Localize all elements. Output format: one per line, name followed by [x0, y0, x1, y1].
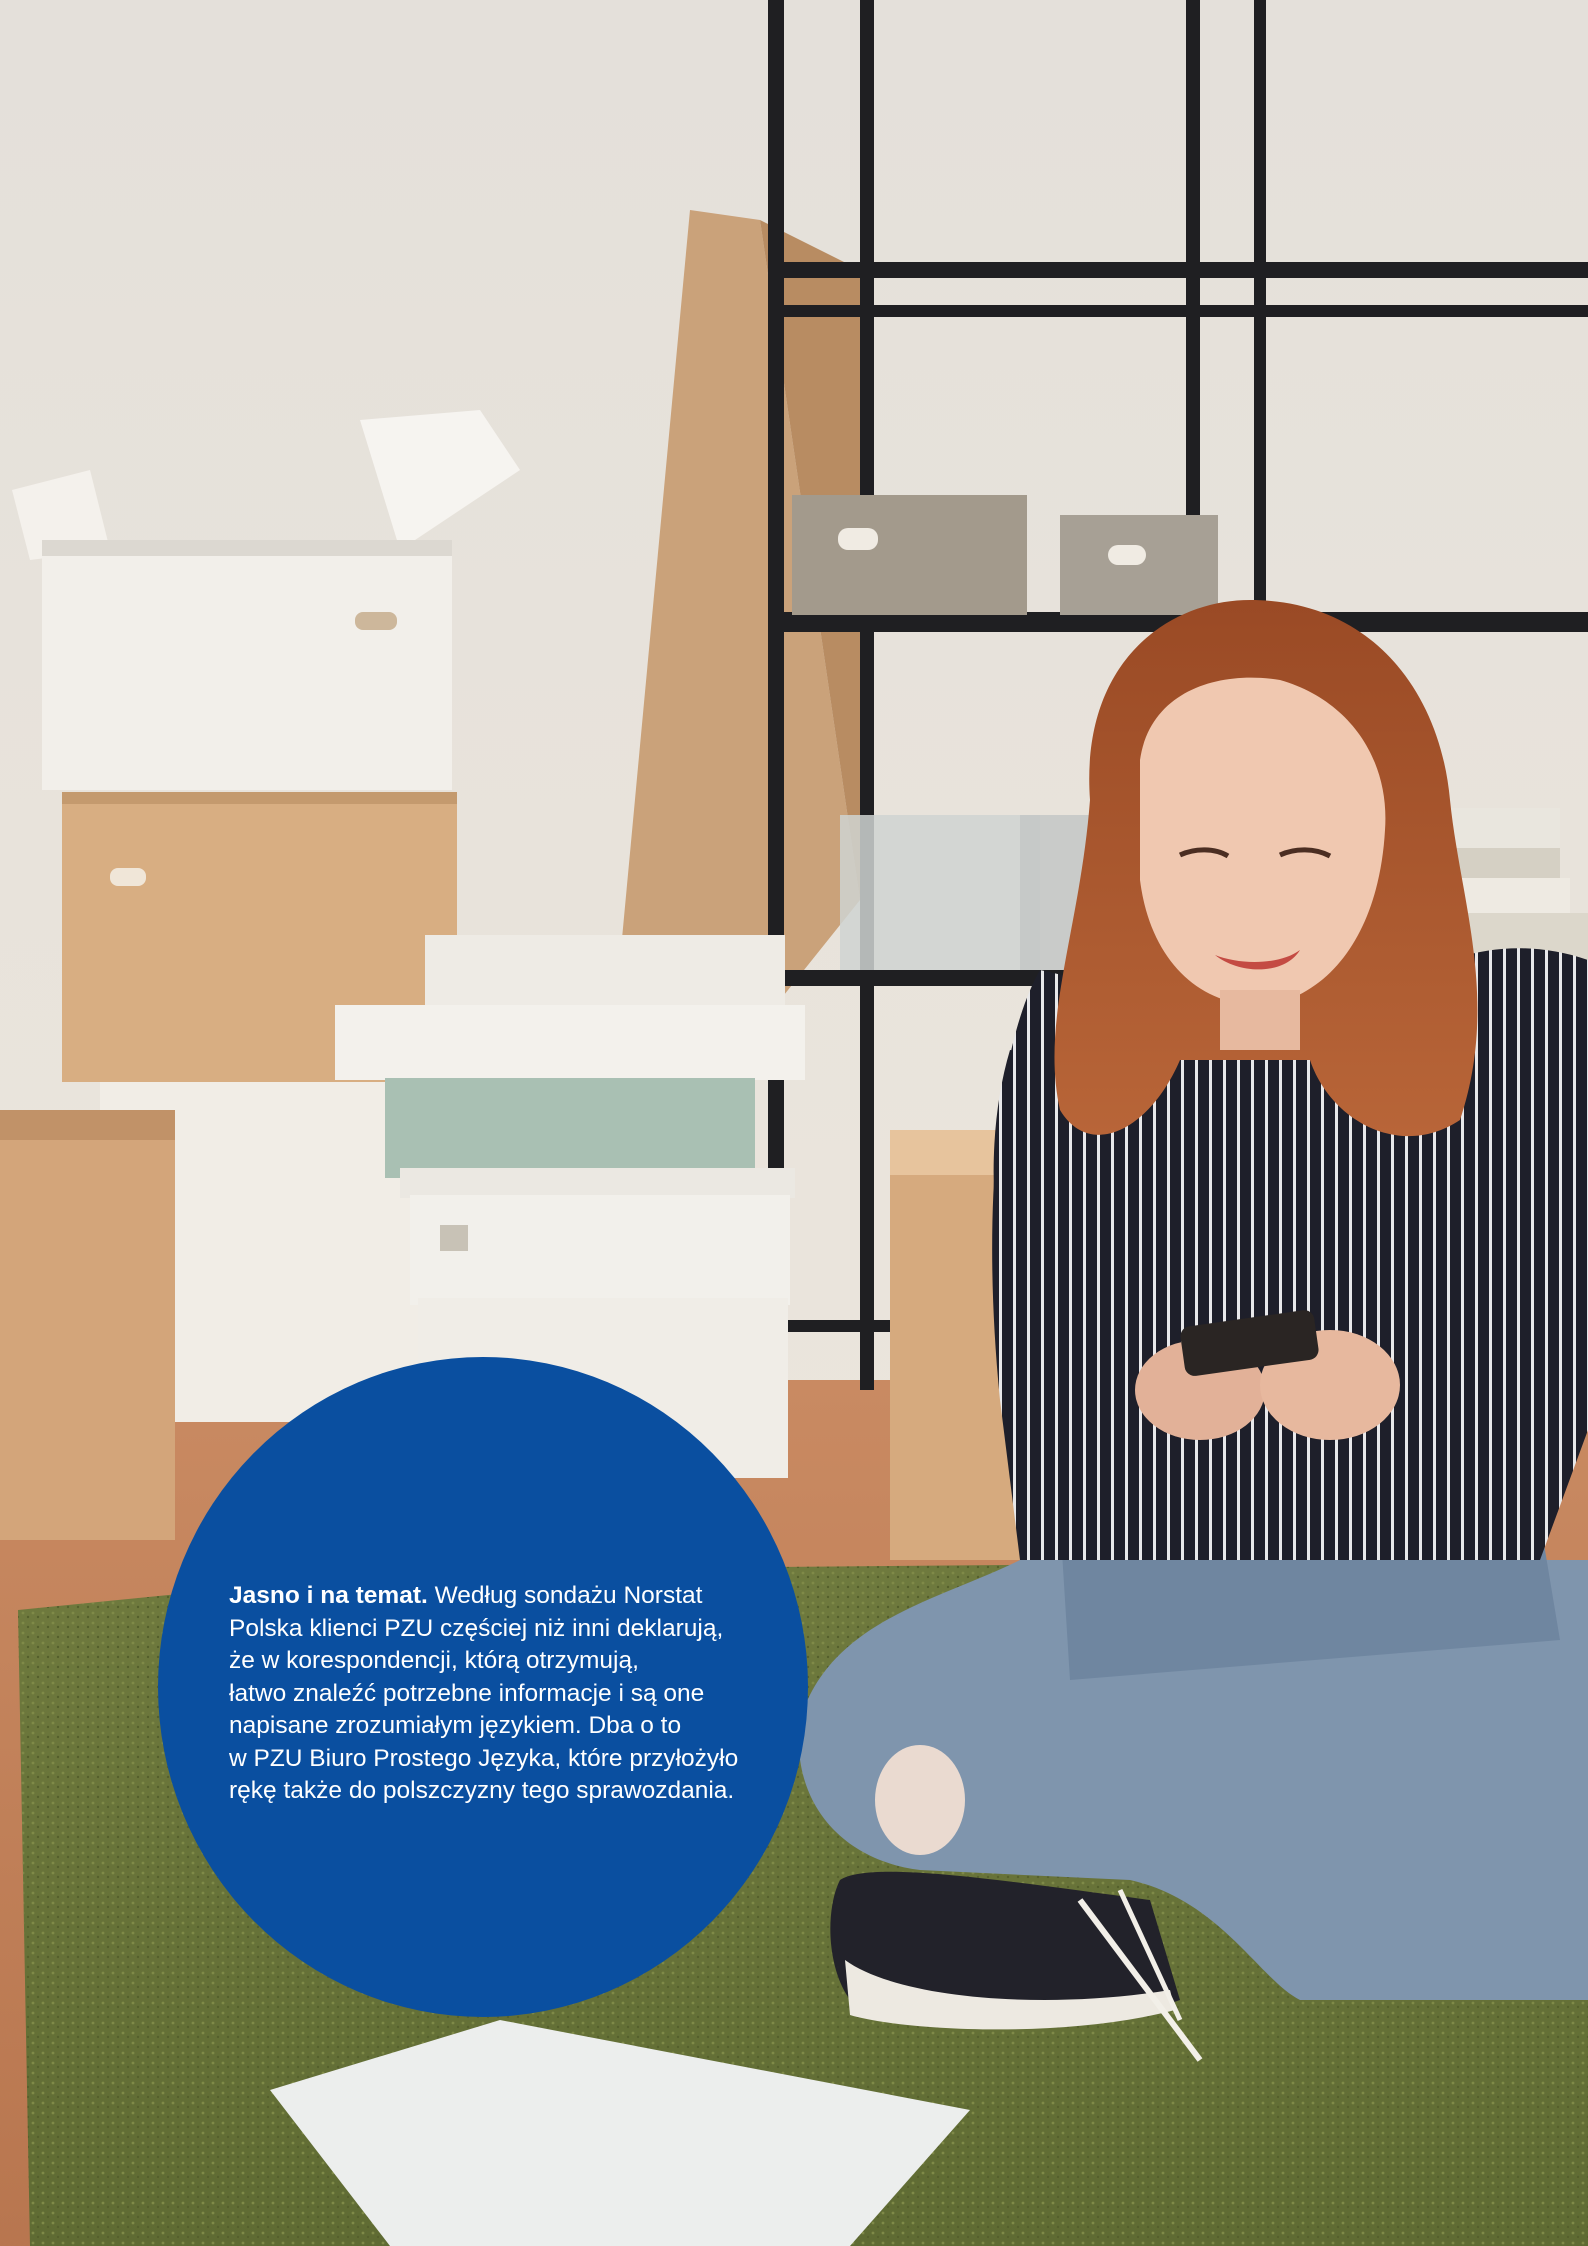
caption-line: łatwo znaleźć potrzebne informacje i są …	[229, 1679, 705, 1707]
caption-line: Polska klienci PZU częściej niż inni dek…	[229, 1614, 724, 1642]
caption-line: rękę także do polszczyzny tego sprawozda…	[229, 1777, 735, 1804]
caption-text: Jasno i na temat. Według sondażu Norstat…	[229, 1580, 769, 1808]
caption-line: napisane zrozumiałym językiem. Dba o to	[229, 1712, 682, 1739]
caption-lead: Jasno i na temat.	[229, 1582, 428, 1609]
photo-woman-with-phone	[0, 0, 1588, 2246]
report-page: Jasno i na temat. Według sondażu Norstat…	[0, 0, 1588, 2246]
caption-line: Według sondażu Norstat	[427, 1582, 703, 1609]
caption-line: w PZU Biuro Prostego Języka, które przył…	[229, 1744, 739, 1772]
caption-line: że w korespondencji, którą otrzymują,	[229, 1647, 639, 1674]
